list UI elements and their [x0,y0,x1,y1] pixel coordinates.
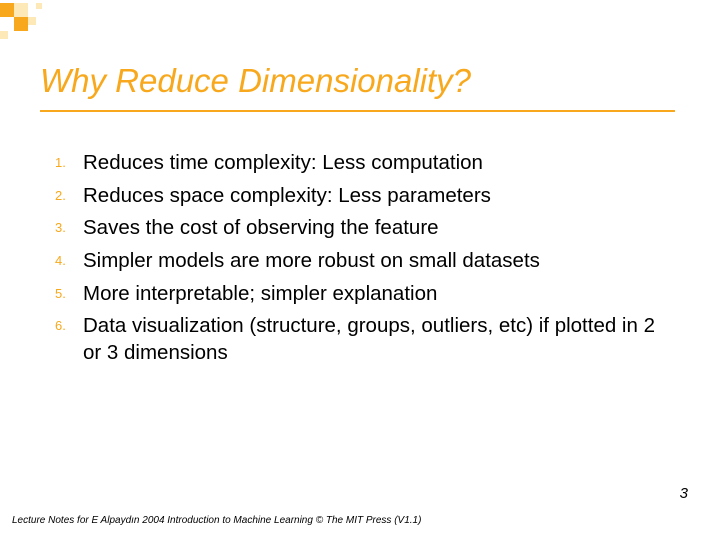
list-item: 5. More interpretable; simpler explanati… [55,281,665,308]
list-text: Data visualization (structure, groups, o… [83,313,665,366]
list-item: 6. Data visualization (structure, groups… [55,313,665,366]
list-text: Reduces time complexity: Less computatio… [83,150,483,177]
list-item: 2. Reduces space complexity: Less parame… [55,183,665,210]
numbered-list: 1. Reduces time complexity: Less computa… [55,150,665,372]
list-text: Reduces space complexity: Less parameter… [83,183,491,210]
list-text: More interpretable; simpler explanation [83,281,437,308]
list-item: 1. Reduces time complexity: Less computa… [55,150,665,177]
list-number: 4. [55,248,83,268]
list-number: 5. [55,281,83,301]
list-item: 3. Saves the cost of observing the featu… [55,215,665,242]
list-text: Simpler models are more robust on small … [83,248,540,275]
list-item: 4. Simpler models are more robust on sma… [55,248,665,275]
slide-title: Why Reduce Dimensionality? [40,62,471,100]
footer-citation: Lecture Notes for E Alpaydın 2004 Introd… [12,515,421,526]
page-number: 3 [680,485,688,502]
title-underline [40,110,675,112]
list-number: 2. [55,183,83,203]
list-number: 3. [55,215,83,235]
list-number: 6. [55,313,83,333]
list-text: Saves the cost of observing the feature [83,215,439,242]
corner-decoration [0,3,60,45]
list-number: 1. [55,150,83,170]
